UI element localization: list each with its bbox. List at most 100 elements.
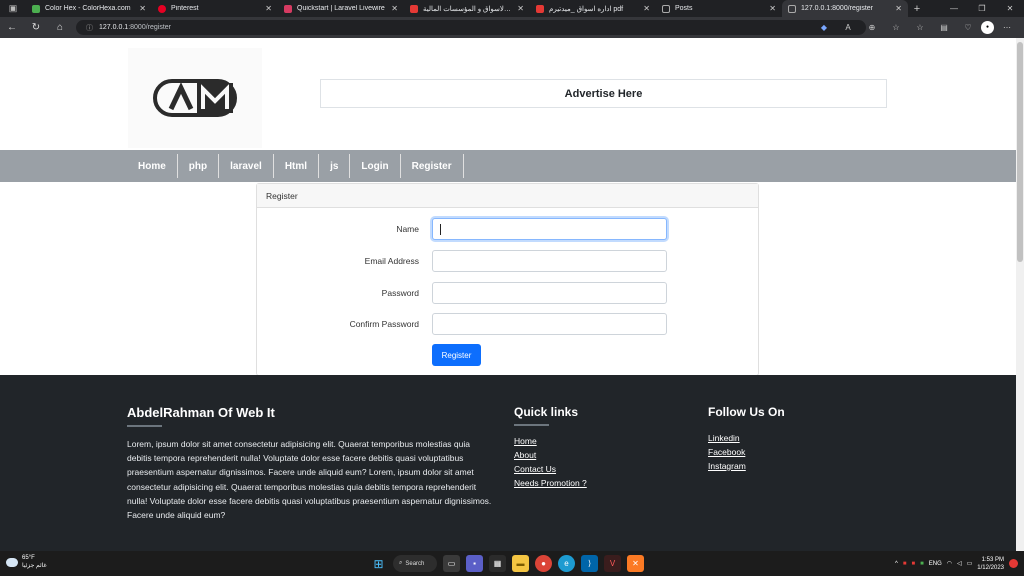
tab-title: Posts — [675, 5, 693, 12]
password-input[interactable] — [432, 282, 667, 304]
xampp-icon[interactable]: ✕ — [627, 555, 644, 572]
footer-link-linkedin[interactable]: Linkedin — [708, 433, 785, 444]
tray-app-icon[interactable]: ■ — [920, 561, 924, 567]
system-clock[interactable]: 1:53 PM 1/12/2023 — [977, 556, 1004, 572]
nav-php[interactable]: php — [178, 154, 220, 178]
tab-actions-icon[interactable]: ▣ — [0, 0, 26, 17]
register-button[interactable]: Register — [432, 344, 481, 366]
windows-start-icon[interactable]: ⊞ — [370, 555, 387, 572]
reload-icon[interactable]: ↻ — [24, 22, 48, 33]
task-view-icon[interactable]: ▭ — [443, 555, 460, 572]
collections-icon[interactable]: ▤ — [933, 23, 955, 32]
footer-link-about[interactable]: About — [514, 450, 587, 461]
nav-js[interactable]: js — [319, 154, 351, 178]
home-icon[interactable]: ⌂ — [48, 22, 72, 33]
nav-html[interactable]: Html — [274, 154, 320, 178]
footer-link-contact[interactable]: Contact Us — [514, 464, 587, 475]
battery-icon[interactable]: ▭ — [967, 560, 973, 567]
info-icon[interactable]: ⓘ — [86, 23, 93, 33]
edge-icon[interactable]: e — [558, 555, 575, 572]
restore-icon[interactable]: ❐ — [968, 0, 996, 17]
back-arrow-icon[interactable]: ← — [0, 22, 24, 33]
footer-divider — [127, 425, 162, 427]
wifi-icon[interactable]: ◠ — [947, 560, 952, 567]
url-bar[interactable]: ⓘ 127.0.0.1:8000/register — [76, 20, 866, 35]
tab-favicon-icon — [284, 4, 292, 13]
calendar-app-icon[interactable]: ▦ — [489, 555, 506, 572]
tray-chevron-icon[interactable]: ^ — [895, 561, 898, 567]
footer-divider — [514, 424, 549, 426]
toolbar-icons: ◆ A ⊕ ☆ ☆ ▤ ♡ ● ⋯ — [813, 17, 1024, 38]
laravel-app-icon[interactable]: V — [604, 555, 621, 572]
browser-tab[interactable]: Posts ✕ — [656, 0, 782, 17]
browser-tab[interactable]: Quickstart | Laravel Livewire ✕ — [278, 0, 404, 17]
tab-title: Pinterest — [171, 5, 199, 12]
email-input[interactable] — [432, 250, 667, 272]
more-menu-icon[interactable]: ⋯ — [996, 23, 1018, 32]
footer-about: AbdelRahman Of Web It Lorem, ipsum dolor… — [127, 405, 493, 522]
tab-favicon-icon — [788, 4, 796, 13]
volume-icon[interactable]: ◁ — [957, 560, 962, 567]
weather-widget[interactable]: 65°F غائم جزئيا — [6, 554, 47, 570]
language-indicator[interactable]: ENG — [929, 561, 942, 567]
confirm-password-input[interactable] — [432, 313, 667, 335]
advertisement-banner[interactable]: Advertise Here — [320, 79, 887, 108]
close-window-icon[interactable]: ✕ — [996, 0, 1024, 17]
site-header: Advertise Here — [0, 38, 1016, 150]
logo-am-icon — [153, 79, 237, 117]
tray-app-icon[interactable]: ■ — [911, 561, 915, 567]
profile-avatar[interactable]: ● — [981, 21, 994, 34]
zoom-icon[interactable]: ⊕ — [861, 23, 883, 32]
tab-close-icon[interactable]: ✕ — [391, 4, 398, 13]
tab-close-icon[interactable]: ✕ — [265, 4, 272, 13]
browser-tab[interactable]: Color Hex - ColorHexa.com ✕ — [26, 0, 152, 17]
file-explorer-icon[interactable]: ▬ — [512, 555, 529, 572]
nav-home[interactable]: Home — [127, 154, 178, 178]
chrome-icon[interactable]: ● — [535, 555, 552, 572]
search-icon: ⌕ — [399, 560, 403, 566]
notification-icon[interactable] — [1009, 559, 1018, 568]
browser-tab[interactable]: ادارةالاسواق و المؤسسات المالية ✕ — [404, 0, 530, 17]
confirm-password-row: Confirm Password — [257, 313, 760, 335]
tab-close-icon[interactable]: ✕ — [139, 4, 146, 13]
email-row: Email Address — [257, 250, 760, 272]
tray-app-icon[interactable]: ■ — [903, 561, 907, 567]
nav-laravel[interactable]: laravel — [219, 154, 274, 178]
minimize-icon[interactable]: — — [940, 0, 968, 17]
tab-title: Color Hex - ColorHexa.com — [45, 5, 131, 12]
tab-close-icon[interactable]: ✕ — [643, 4, 650, 13]
teams-chat-icon[interactable]: ▪ — [466, 555, 483, 572]
browser-tab[interactable]: اداره اسواق _ميدتيرم pdf ✕ — [530, 0, 656, 17]
favorites-icon[interactable]: ☆ — [909, 23, 931, 32]
page-scrollbar[interactable] — [1016, 38, 1024, 551]
email-label: Email Address — [364, 256, 419, 266]
name-row: Name — [257, 218, 760, 240]
tab-favicon-icon — [536, 4, 544, 13]
favorite-star-icon[interactable]: ☆ — [885, 23, 907, 32]
footer-link-facebook[interactable]: Facebook — [708, 447, 785, 458]
nav-register[interactable]: Register — [401, 154, 464, 178]
browser-tab-active[interactable]: 127.0.0.1:8000/register ✕ — [782, 0, 908, 17]
name-input[interactable] — [432, 218, 667, 240]
web-page: Advertise Here Home php laravel Html js … — [0, 38, 1016, 551]
vscode-icon[interactable]: ⟩ — [581, 555, 598, 572]
tab-close-icon[interactable]: ✕ — [517, 4, 524, 13]
tab-close-icon[interactable]: ✕ — [769, 4, 776, 13]
footer-link-home[interactable]: Home — [514, 436, 587, 447]
footer-link-instagram[interactable]: Instagram — [708, 461, 785, 472]
browser-tab[interactable]: Pinterest ✕ — [152, 0, 278, 17]
tab-close-icon[interactable]: ✕ — [895, 4, 902, 13]
site-logo[interactable] — [128, 48, 262, 148]
shield-icon[interactable]: ♡ — [957, 23, 979, 32]
read-aloud-icon[interactable]: A — [837, 23, 859, 32]
footer-follow: Follow Us On Linkedin Facebook Instagram — [708, 405, 785, 472]
tab-title: 127.0.0.1:8000/register — [801, 5, 873, 12]
register-card: Register Name Email Address Password Con… — [256, 183, 759, 376]
footer-quick-links: Quick links Home About Contact Us Needs … — [514, 405, 587, 489]
new-tab-icon[interactable]: + — [908, 3, 926, 15]
scrollbar-thumb[interactable] — [1017, 42, 1023, 262]
footer-link-promotion[interactable]: Needs Promotion ? — [514, 478, 587, 489]
taskbar-search[interactable]: ⌕ Search — [393, 555, 437, 572]
nav-login[interactable]: Login — [350, 154, 401, 178]
extension-icon[interactable]: ◆ — [813, 23, 835, 32]
